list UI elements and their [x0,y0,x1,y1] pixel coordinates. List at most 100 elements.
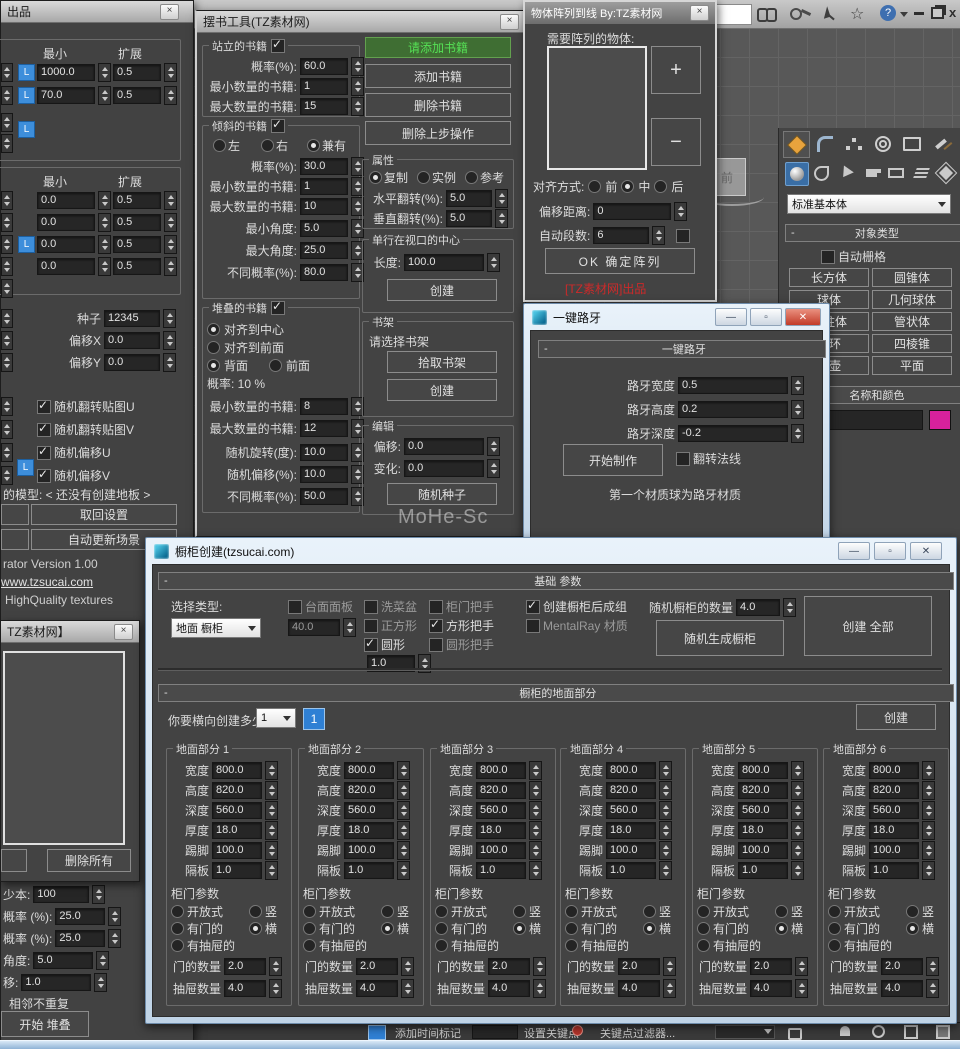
help-icon[interactable]: ? [880,5,896,21]
shelf-field[interactable]: 1.0 [738,862,788,879]
rollout-object-type[interactable]: - 对象类型 [785,224,960,242]
curb-height-field[interactable]: 0.2 [678,401,788,418]
spinner[interactable] [663,979,676,998]
spinner[interactable] [164,235,177,254]
spinner[interactable] [795,979,808,998]
offset-distance-field[interactable]: 0 [593,203,672,220]
close-icon[interactable]: × [500,13,519,30]
spinner[interactable] [265,781,278,800]
undo-button[interactable]: 删除上步操作 [365,121,511,145]
spinner[interactable] [529,761,542,780]
stub-spinner[interactable] [1,420,13,439]
maximize-viewport-icon[interactable] [936,1025,950,1039]
stub-spinner[interactable] [1,397,13,416]
spinner[interactable] [397,821,410,840]
stub-spinner[interactable] [1,213,13,232]
stacked-rot-field[interactable]: 10.0 [300,444,348,461]
standing-min-field[interactable]: 1 [300,78,348,95]
thickness-field[interactable]: 18.0 [344,822,394,839]
random-seed-button[interactable]: 随机种子 [387,483,497,505]
door-count-field[interactable]: 2.0 [488,958,530,975]
kick-field[interactable]: 100.0 [476,842,526,859]
spinner[interactable] [791,801,804,820]
offy-field[interactable]: 0.0 [104,354,160,371]
create-button[interactable]: 创建 [856,704,936,730]
tilted-checkbox[interactable] [271,117,285,133]
open-style-radio[interactable] [303,905,316,918]
with-door-radio[interactable] [435,922,448,935]
spinner[interactable] [529,841,542,860]
close-icon[interactable]: × [160,3,179,20]
width-field[interactable]: 800.0 [869,762,919,779]
kick-field[interactable]: 100.0 [869,842,919,859]
spinner[interactable] [265,761,278,780]
lock-icon[interactable] [788,1028,802,1040]
min-field[interactable]: 0.0 [37,214,95,231]
width-field[interactable]: 800.0 [476,762,526,779]
spinner[interactable] [397,781,410,800]
spinner[interactable] [529,821,542,840]
spinner[interactable] [791,781,804,800]
vertical-radio[interactable] [513,905,526,918]
exp-field[interactable]: 0.5 [113,64,161,81]
edit-vary-field[interactable]: 0.0 [404,460,484,477]
reference-radio[interactable] [465,171,478,184]
spinner[interactable] [98,235,111,254]
start-make-button[interactable]: 开始制作 [563,444,663,476]
array-tool-titlebar[interactable]: 物体阵列到线 By:TZ素材网 × [525,2,715,24]
spinner[interactable] [397,761,410,780]
create-shelf-button[interactable]: 创建 [387,379,497,401]
spinner[interactable] [663,957,676,976]
button-cone[interactable]: 圆锥体 [872,268,952,287]
offset-u-checkbox[interactable] [37,444,51,460]
width-field[interactable]: 800.0 [738,762,788,779]
stacked-checkbox[interactable] [271,299,285,315]
spinner[interactable] [791,400,804,419]
depth-field[interactable]: 560.0 [344,802,394,819]
angle-field[interactable]: 5.0 [33,952,94,969]
with-drawer-radio[interactable] [303,939,316,952]
start-stack-button[interactable]: 开始 堆叠 [1,1011,89,1037]
spinner[interactable] [659,781,672,800]
spinner[interactable] [164,257,177,276]
spinner[interactable] [163,353,176,372]
with-door-radio[interactable] [303,922,316,935]
keyframe-dropdown[interactable] [715,1025,775,1039]
spinner[interactable] [791,424,804,443]
tz-subdialog-titlebar[interactable]: TZ素材网】 × [1,621,139,643]
standing-max-field[interactable]: 15 [300,98,348,115]
category-shapes[interactable] [810,162,832,184]
tab-utilities[interactable] [928,131,953,156]
spinner[interactable] [351,57,364,76]
tilt-left-radio[interactable] [213,139,226,152]
spinner[interactable] [533,979,546,998]
open-style-radio[interactable] [171,905,184,918]
spinner[interactable] [265,841,278,860]
time-tag-field[interactable] [472,1025,518,1039]
left-panel-titlebar[interactable]: 出品 × [1,1,193,23]
minimize-button[interactable]: — [838,542,870,560]
spinner[interactable] [265,821,278,840]
auto-segments-field[interactable]: 6 [593,227,650,244]
stub-spinner[interactable] [1,86,13,105]
close-button[interactable]: ✕ [785,308,821,326]
book-tool-titlebar[interactable]: 摆书工具(TZ素材网) × [197,11,525,33]
with-door-radio[interactable] [171,922,184,935]
section-tab-1[interactable]: 1 [303,708,325,730]
spinner[interactable] [529,801,542,820]
spinner[interactable] [791,376,804,395]
spinner[interactable] [265,861,278,880]
stacked-diff-field[interactable]: 50.0 [300,488,348,505]
drawer-count-field[interactable]: 4.0 [750,980,792,997]
depth-field[interactable]: 560.0 [212,802,262,819]
flip-v-checkbox[interactable] [37,421,51,437]
add-object-button[interactable]: + [651,46,701,94]
stub-spinner[interactable] [1,191,13,210]
create-row-button[interactable]: 创建 [387,279,497,301]
spinner[interactable] [529,781,542,800]
door-count-field[interactable]: 2.0 [356,958,398,975]
exp-field[interactable]: 0.5 [113,214,161,231]
kick-field[interactable]: 100.0 [738,842,788,859]
spinner[interactable] [163,309,176,328]
cabinet-type-dropdown[interactable]: 地面 橱柜 [171,618,261,638]
